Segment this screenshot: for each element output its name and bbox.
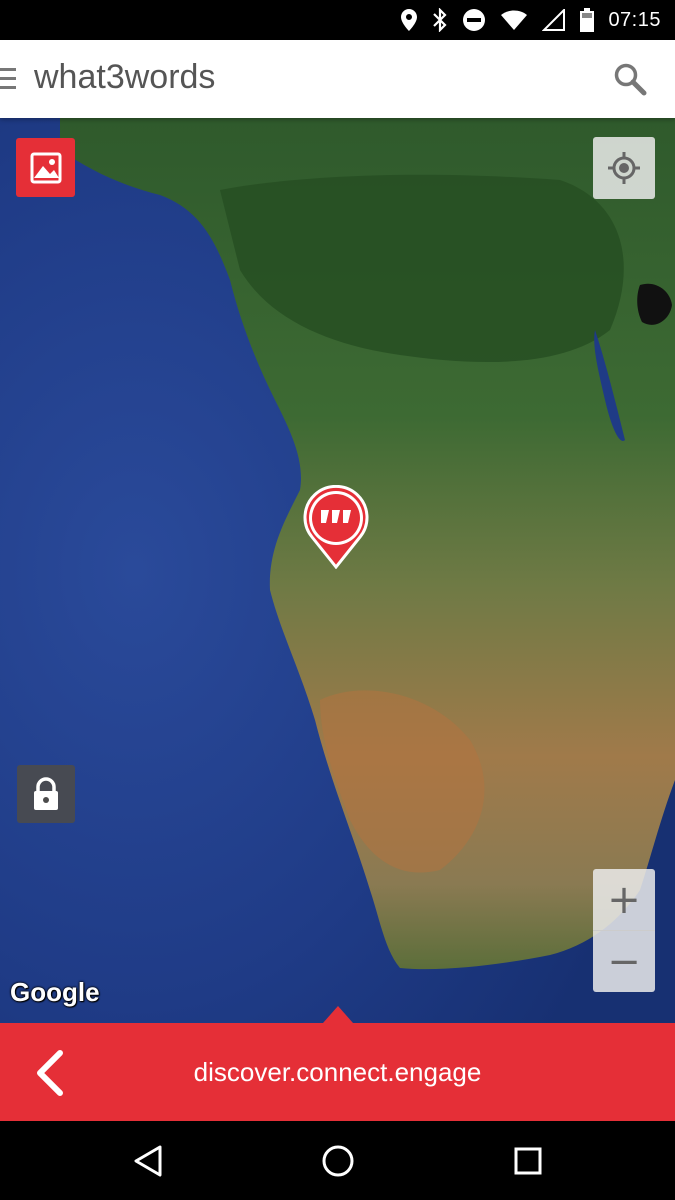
do-not-disturb-icon (463, 9, 486, 31)
app-bar: what3words (0, 40, 675, 118)
wifi-icon (501, 10, 528, 30)
back-triangle-icon[interactable] (128, 1141, 168, 1181)
status-bar: 07:15 (0, 0, 675, 40)
map-imagery (0, 118, 675, 1023)
zoom-in-button[interactable]: + (593, 869, 655, 931)
zoom-controls: + − (593, 869, 655, 993)
lock-map-button[interactable] (17, 765, 75, 823)
battery-icon (580, 8, 595, 32)
home-circle-icon[interactable] (318, 1141, 358, 1181)
menu-icon[interactable] (0, 68, 16, 90)
status-time: 07:15 (608, 8, 661, 31)
signal-icon (542, 9, 566, 31)
photo-icon (30, 152, 61, 183)
satellite-map[interactable] (0, 118, 675, 1023)
recents-square-icon[interactable] (508, 1141, 548, 1181)
search-icon[interactable] (613, 62, 647, 96)
zoom-out-button[interactable]: − (593, 931, 655, 992)
navigation-bar (0, 1121, 675, 1200)
location-icon (401, 9, 418, 31)
my-location-icon (608, 152, 640, 184)
lock-icon (34, 777, 58, 810)
bluetooth-icon (433, 8, 447, 32)
app-title: what3words (34, 58, 216, 96)
photo-layer-button[interactable] (16, 138, 75, 197)
three-word-address: discover.connect.engage (193, 1057, 482, 1087)
address-pointer (323, 1006, 353, 1023)
location-marker-icon[interactable] (302, 485, 370, 569)
my-location-button[interactable] (593, 137, 655, 199)
google-attribution: Google (10, 977, 100, 1007)
address-bar: discover.connect.engage (0, 1023, 675, 1121)
